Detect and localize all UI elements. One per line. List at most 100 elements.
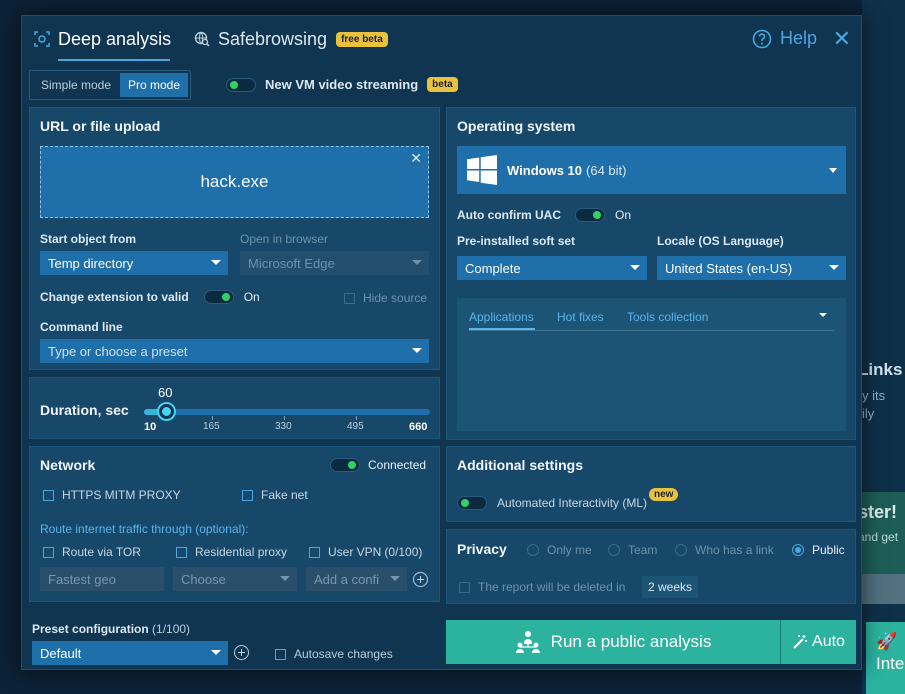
vpn-config-select[interactable]: Add a confi xyxy=(306,567,407,591)
tor-label: Route via TOR xyxy=(62,545,141,559)
os-panel: Operating system Windows 10 (64 bit) Aut… xyxy=(446,107,856,440)
tick-label: 165 xyxy=(203,421,220,432)
os-select[interactable]: Windows 10 (64 bit) xyxy=(457,146,846,194)
background-promo-heading: ster! xyxy=(858,502,898,522)
soft-set-select[interactable]: Complete xyxy=(457,256,647,280)
deep-analysis-modal: Deep analysis Safebrowsing free beta Hel… xyxy=(21,15,862,670)
vm-streaming-label: New VM video streaming xyxy=(265,77,419,92)
locale-value: United States (en-US) xyxy=(665,260,793,276)
privacy-public-radio[interactable] xyxy=(792,544,804,556)
user-vpn-label: User VPN xyxy=(328,545,382,559)
open-browser-value: Microsoft Edge xyxy=(248,255,335,271)
privacy-only-me-radio[interactable] xyxy=(527,544,539,556)
duration-value: 60 xyxy=(158,385,173,400)
background-promo-text: and get xyxy=(858,530,899,544)
file-drop-zone[interactable]: hack.exe ✕ xyxy=(40,146,429,218)
tick-label: 660 xyxy=(409,421,428,433)
autosave-row[interactable]: Autosave changes xyxy=(275,647,393,661)
upload-panel: URL or file upload hack.exe ✕ Start obje… xyxy=(29,107,440,370)
duration-label: Duration, sec xyxy=(40,402,129,418)
command-line-label: Command line xyxy=(40,320,123,334)
privacy-only-me[interactable]: Only me xyxy=(527,543,592,557)
run-analysis-button[interactable]: Run a public analysis xyxy=(446,620,780,664)
uac-label: Auto confirm UAC xyxy=(457,208,561,222)
vpn-config-placeholder: Add a confi xyxy=(314,571,380,587)
chevron-down-icon xyxy=(630,265,640,270)
simple-mode-button[interactable]: Simple mode xyxy=(32,73,120,97)
privacy-link[interactable]: Who has a link xyxy=(675,543,774,557)
team-icon xyxy=(515,631,540,653)
add-vpn-config-icon[interactable] xyxy=(413,572,428,587)
residential-row[interactable]: Residential proxy xyxy=(176,545,287,559)
tab-safebrowsing[interactable]: Safebrowsing free beta xyxy=(194,24,388,54)
command-line-input[interactable]: Type or choose a preset xyxy=(40,339,429,363)
https-mitm-row[interactable]: HTTPS MITM PROXY xyxy=(43,488,181,502)
duration-slider-handle[interactable] xyxy=(159,404,174,419)
close-icon[interactable]: ✕ xyxy=(833,28,851,50)
tick-label: 330 xyxy=(275,421,292,432)
geo-select[interactable]: Fastest geo xyxy=(40,567,164,591)
auto-button[interactable]: Auto xyxy=(780,620,856,664)
help-link[interactable]: Help xyxy=(752,28,817,49)
open-browser-label: Open in browser xyxy=(240,232,329,246)
privacy-link-radio[interactable] xyxy=(675,544,687,556)
privacy-public[interactable]: Public xyxy=(792,543,845,557)
open-browser-select[interactable]: Microsoft Edge xyxy=(240,251,429,275)
change-extension-label: Change extension to valid xyxy=(40,290,189,304)
network-status-row: Connected xyxy=(330,458,426,472)
tab-tools-collection[interactable]: Tools collection xyxy=(627,310,708,324)
choose-select[interactable]: Choose xyxy=(173,567,297,591)
preset-select[interactable]: Default xyxy=(32,641,228,665)
remove-file-icon[interactable]: ✕ xyxy=(410,150,422,167)
vm-streaming-toggle[interactable] xyxy=(226,77,256,92)
delete-checkbox[interactable] xyxy=(459,581,470,593)
hide-source-row[interactable]: Hide source xyxy=(344,291,427,305)
tab-safebrowsing-label: Safebrowsing xyxy=(218,28,328,49)
globe-search-icon xyxy=(194,31,210,47)
uac-toggle[interactable] xyxy=(575,208,605,222)
rocket-icon: 🚀 xyxy=(876,632,898,651)
fake-net-row[interactable]: Fake net xyxy=(242,488,308,502)
chevron-down-icon[interactable] xyxy=(818,312,828,318)
network-toggle[interactable] xyxy=(330,458,360,472)
change-extension-toggle[interactable] xyxy=(203,290,234,304)
tor-row[interactable]: Route via TOR xyxy=(43,545,141,559)
fake-net-checkbox[interactable] xyxy=(242,489,253,501)
autosave-checkbox[interactable] xyxy=(275,648,286,660)
fake-net-label: Fake net xyxy=(261,488,308,502)
chevron-down-icon xyxy=(211,260,221,265)
pro-mode-button[interactable]: Pro mode xyxy=(120,73,188,97)
tab-applications[interactable]: Applications xyxy=(469,310,534,324)
tor-checkbox[interactable] xyxy=(43,546,54,558)
target-icon xyxy=(34,31,50,47)
duration-slider-track[interactable] xyxy=(144,409,430,415)
privacy-team-radio[interactable] xyxy=(608,544,620,556)
background-tile-text: Inte xyxy=(876,654,905,673)
start-object-select[interactable]: Temp directory xyxy=(40,251,228,275)
run-analysis-label: Run a public analysis xyxy=(550,632,712,651)
slider-tick xyxy=(212,416,213,420)
duration-panel: Duration, sec 60 10 165 330 495 660 xyxy=(29,377,440,439)
network-title: Network xyxy=(40,457,96,473)
hide-source-checkbox[interactable] xyxy=(344,292,355,304)
start-object-value: Temp directory xyxy=(48,255,134,271)
tab-deep-analysis[interactable]: Deep analysis xyxy=(34,24,171,54)
user-vpn-row[interactable]: User VPN (0/100) xyxy=(309,545,422,559)
geo-placeholder: Fastest geo xyxy=(48,571,116,587)
locale-select[interactable]: United States (en-US) xyxy=(657,256,846,280)
https-mitm-checkbox[interactable] xyxy=(43,489,54,501)
delete-period-select[interactable]: 2 weeks xyxy=(642,576,699,598)
user-vpn-checkbox[interactable] xyxy=(309,546,320,558)
os-title: Operating system xyxy=(457,118,576,134)
help-icon xyxy=(752,29,772,48)
tab-hot-fixes[interactable]: Hot fixes xyxy=(557,310,604,324)
automated-toggle[interactable] xyxy=(457,496,487,510)
background-bar xyxy=(862,574,905,604)
chevron-down-icon xyxy=(829,168,837,173)
free-beta-badge: free beta xyxy=(336,31,388,47)
privacy-team[interactable]: Team xyxy=(608,543,657,557)
automated-label: Automated Interactivity (ML) xyxy=(497,496,648,510)
residential-checkbox[interactable] xyxy=(176,546,187,558)
add-preset-icon[interactable] xyxy=(234,645,249,660)
privacy-team-label: Team xyxy=(628,543,658,557)
